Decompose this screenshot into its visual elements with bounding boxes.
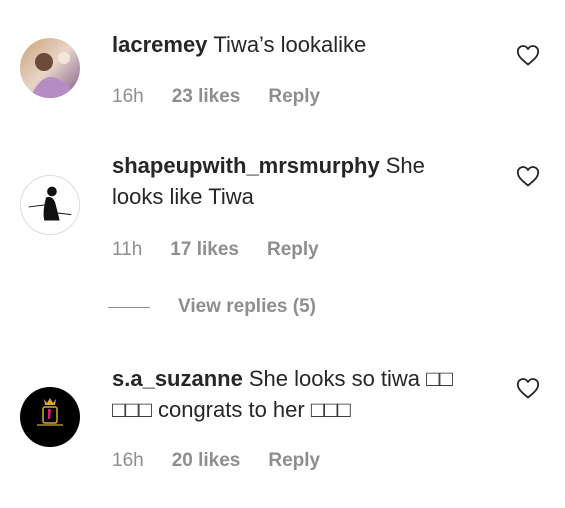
- divider-line: [108, 306, 150, 308]
- comment-meta: 11h 17 likes Reply: [112, 239, 347, 261]
- username[interactable]: lacremey: [112, 32, 207, 57]
- timestamp[interactable]: 11h: [112, 239, 142, 261]
- likes-count[interactable]: 20 likes: [172, 450, 241, 472]
- timestamp[interactable]: 16h: [112, 450, 144, 472]
- avatar[interactable]: [20, 175, 80, 235]
- comment-meta: 16h 23 likes Reply: [112, 86, 348, 108]
- view-replies-button[interactable]: View replies (5): [108, 296, 316, 318]
- likes-count[interactable]: 17 likes: [170, 239, 239, 261]
- reply-button[interactable]: Reply: [268, 450, 320, 472]
- view-replies-label: View replies (5): [178, 296, 316, 317]
- comment-text: lacremey Tiwa’s lookalike: [112, 29, 482, 60]
- username[interactable]: shapeupwith_mrsmurphy: [112, 153, 380, 178]
- comment-text: shapeupwith_mrsmurphy She looks like Tiwa: [112, 150, 482, 212]
- heart-icon[interactable]: [516, 377, 540, 399]
- reply-button[interactable]: Reply: [268, 86, 320, 108]
- comment-text: s.a_suzanne She looks so tiwa □□ □□□ cong…: [112, 363, 482, 425]
- reply-button[interactable]: Reply: [267, 239, 319, 261]
- avatar[interactable]: [20, 387, 80, 447]
- heart-icon[interactable]: [516, 44, 540, 66]
- heart-icon[interactable]: [516, 165, 540, 187]
- comment-body: Tiwa’s lookalike: [213, 32, 367, 57]
- comment-meta: 16h 20 likes Reply: [112, 450, 348, 472]
- likes-count[interactable]: 23 likes: [172, 86, 241, 108]
- username[interactable]: s.a_suzanne: [112, 366, 243, 391]
- avatar[interactable]: [20, 38, 80, 98]
- timestamp[interactable]: 16h: [112, 86, 144, 108]
